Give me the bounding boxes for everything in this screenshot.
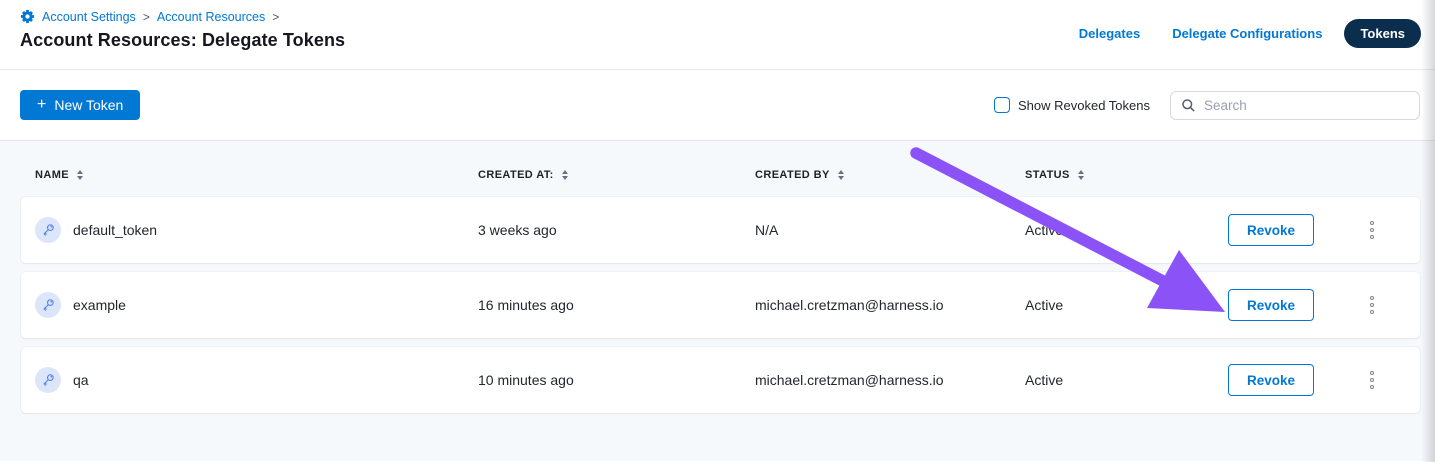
show-revoked-checkbox[interactable]	[994, 97, 1010, 113]
revoke-button[interactable]: Revoke	[1228, 214, 1314, 246]
show-revoked-tokens-toggle[interactable]: Show Revoked Tokens	[994, 97, 1150, 113]
show-revoked-label: Show Revoked Tokens	[1018, 98, 1150, 113]
search-icon	[1181, 98, 1196, 113]
new-token-button[interactable]: + New Token	[20, 90, 140, 120]
table-row-default-token[interactable]: default_token 3 weeks ago N/A Active Rev…	[21, 197, 1420, 263]
token-created-by: michael.cretzman@harness.io	[755, 297, 1025, 313]
toolbar: + New Token Show Revoked Tokens	[0, 70, 1435, 141]
table-row-example[interactable]: example 16 minutes ago michael.cretzman@…	[21, 272, 1420, 338]
breadcrumb-link-account-settings[interactable]: Account Settings	[42, 10, 136, 24]
token-status: Active	[1025, 297, 1218, 313]
column-header-created-at[interactable]: CREATED AT:	[478, 169, 755, 181]
token-created-at: 10 minutes ago	[478, 372, 755, 388]
column-header-created-by[interactable]: CREATED BY	[755, 169, 1025, 181]
sort-icon[interactable]	[1078, 170, 1084, 180]
column-header-label: CREATED AT:	[478, 169, 554, 181]
column-header-label: CREATED BY	[755, 169, 830, 181]
row-options-menu-icon[interactable]	[1364, 215, 1381, 246]
tab-bar: Delegates Delegate Configurations Tokens	[1079, 19, 1421, 48]
token-key-icon	[35, 292, 61, 318]
token-key-icon	[35, 367, 61, 393]
column-header-status[interactable]: STATUS	[1025, 169, 1218, 181]
row-options-menu-icon[interactable]	[1364, 290, 1381, 321]
breadcrumb-separator: >	[143, 10, 150, 24]
sort-icon[interactable]	[562, 170, 568, 180]
column-header-label: STATUS	[1025, 169, 1070, 181]
search-input[interactable]	[1204, 98, 1409, 113]
token-name: qa	[73, 372, 89, 388]
table-row-qa[interactable]: qa 10 minutes ago michael.cretzman@harne…	[21, 347, 1420, 413]
revoke-button[interactable]: Revoke	[1228, 289, 1314, 321]
breadcrumb-separator: >	[272, 10, 279, 24]
token-created-at: 3 weeks ago	[478, 222, 755, 238]
tokens-table: NAME CREATED AT: CREATED BY STATUS defa	[0, 141, 1435, 461]
revoke-button[interactable]: Revoke	[1228, 364, 1314, 396]
token-status: Active	[1025, 222, 1218, 238]
page-header: Account Settings > Account Resources > A…	[0, 0, 1435, 70]
tab-delegate-configurations[interactable]: Delegate Configurations	[1172, 26, 1322, 41]
token-created-at: 16 minutes ago	[478, 297, 755, 313]
column-header-name[interactable]: NAME	[21, 169, 478, 181]
settings-gear-icon	[20, 9, 35, 24]
token-name: default_token	[73, 222, 157, 238]
row-options-menu-icon[interactable]	[1364, 365, 1381, 396]
plus-icon: +	[37, 97, 46, 113]
token-created-by: N/A	[755, 222, 1025, 238]
tab-tokens-active[interactable]: Tokens	[1344, 19, 1421, 48]
sort-icon[interactable]	[838, 170, 844, 180]
token-created-by: michael.cretzman@harness.io	[755, 372, 1025, 388]
token-name: example	[73, 297, 126, 313]
token-key-icon	[35, 217, 61, 243]
breadcrumb-link-account-resources[interactable]: Account Resources	[157, 10, 265, 24]
token-status: Active	[1025, 372, 1218, 388]
table-header-row: NAME CREATED AT: CREATED BY STATUS	[21, 169, 1420, 181]
sort-icon[interactable]	[77, 170, 83, 180]
column-header-label: NAME	[35, 169, 69, 181]
new-token-button-label: New Token	[54, 97, 123, 113]
tab-delegates[interactable]: Delegates	[1079, 26, 1140, 41]
search-box[interactable]	[1170, 91, 1420, 120]
